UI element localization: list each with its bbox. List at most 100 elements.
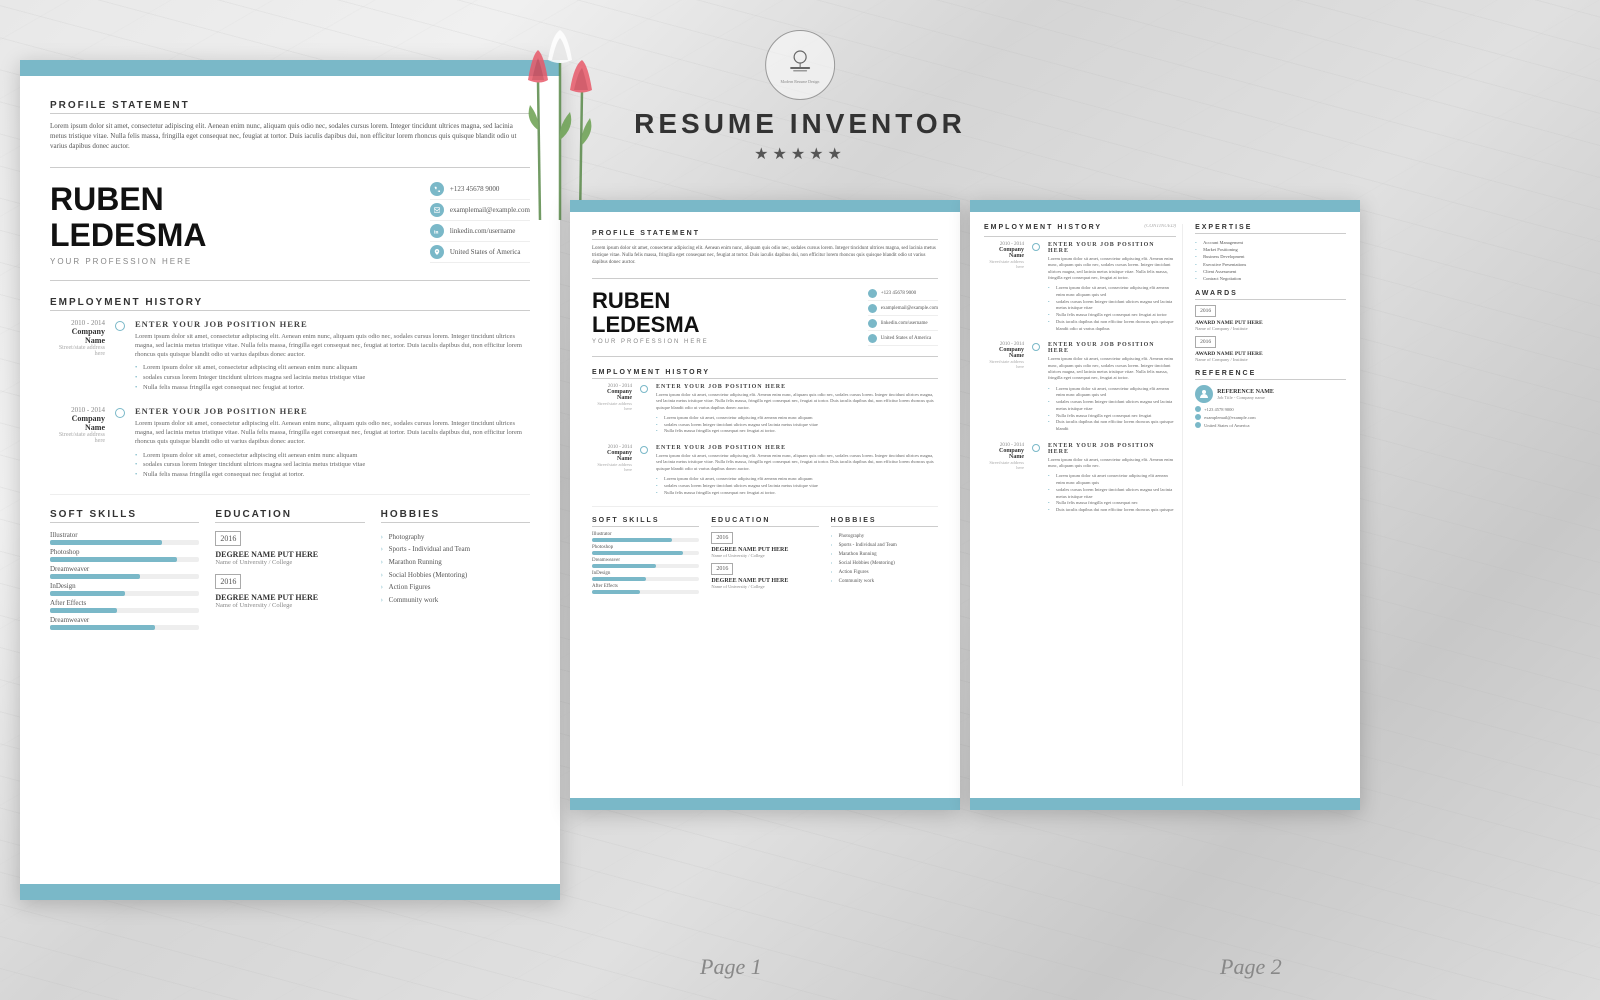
skill-label: InDesign	[592, 571, 699, 576]
brand-title: RESUME INVENTOR	[634, 108, 966, 140]
brand-stars: ★★★★★	[634, 144, 966, 164]
hobby-item: Marathon Running	[381, 556, 530, 569]
profile-text: Lorem ipsum dolor sit amet, consectetur …	[50, 122, 530, 151]
resume-page-large: PROFILE STATEMENT Lorem ipsum dolor sit …	[20, 60, 560, 900]
addr: Street/state address here	[984, 259, 1024, 269]
resume-body: PROFILE STATEMENT Lorem ipsum dolor sit …	[20, 76, 560, 892]
email-icon	[868, 304, 877, 313]
bullet: Nulla felis massa fringilla eget consequ…	[1048, 500, 1176, 507]
expertise-item: Client Assessment	[1195, 268, 1346, 275]
page-label-1: Page 1	[700, 954, 762, 980]
phone-icon	[868, 289, 877, 298]
employment-section: EMPLOYMENT HISTORY 2010 - 2014 Company N…	[592, 369, 938, 496]
hobby-item: Sports - Individual and Team	[381, 543, 530, 556]
job-dates-text: 2010 - 2014	[50, 319, 105, 327]
bullet: Nulla felis massa fringilla eget consequ…	[656, 428, 938, 435]
bottom-bar	[970, 798, 1360, 810]
bullet: Nulla felis massa fringilla eget consequ…	[1048, 312, 1176, 319]
job-date-2: 2010 - 2014 Company Name Street/state ad…	[50, 406, 105, 480]
bullet: Lorem ipsum dolor sit amet, consectetur …	[656, 415, 938, 422]
contact-linkedin: in linkedin.com/username	[430, 224, 530, 242]
linkedin-icon	[868, 319, 877, 328]
company: Company Name	[984, 247, 1024, 259]
phone-text: +123 45678 9000	[450, 185, 499, 193]
linkedin-icon: in	[430, 224, 444, 238]
edu-item: 2016 DEGREE NAME PUT HERE Name of Univer…	[711, 532, 818, 558]
first-name: RUBEN	[592, 289, 709, 313]
page2-left: EMPLOYMENT HISTORY (CONTINUED) 2010 - 20…	[984, 224, 1183, 786]
ref-job-title: Job Title - Company name	[1217, 395, 1274, 400]
profile-text: Lorem ipsum dolor sit amet, consectetur …	[592, 245, 938, 266]
hobbies-title: HOBBIES	[831, 517, 938, 527]
bullet: sodales cursus lorem Integer tincidunt u…	[1048, 487, 1176, 501]
name-left: RUBEN LEDESMA YOUR PROFESSION HERE	[50, 182, 206, 265]
hobby: Action Figures	[831, 568, 938, 577]
ref-phone: +123 4578 9000	[1195, 406, 1346, 412]
job-content: ENTER YOUR JOB POSITION HERE Lorem ipsum…	[656, 445, 938, 496]
pos: ENTER YOUR JOB POSITION HERE	[1048, 242, 1176, 254]
edu-year: 2016	[215, 574, 241, 589]
bullet: Lorem ipsum dolor sit amet, consectetur …	[1048, 285, 1176, 299]
award-org: Name of Company / Institute	[1195, 357, 1346, 362]
bullets: Lorem ipsum dolor sit amet consectetur a…	[1048, 473, 1176, 514]
email-icon	[430, 203, 444, 217]
skills-title: SOFT SKILLS	[592, 517, 699, 527]
last-name: LEDESMA	[50, 218, 206, 253]
education-col: EDUCATION 2016 DEGREE NAME PUT HERE Name…	[215, 509, 364, 633]
edu-year: 2016	[215, 531, 241, 546]
contact-email: examplemail@example.com	[868, 304, 938, 316]
top-bar	[20, 60, 560, 76]
bullet: sodales cursus lorem Integer tincidunt u…	[656, 483, 938, 490]
ref-header: REFERENCE NAME Job Title - Company name	[1195, 385, 1346, 403]
job-desc-1: Lorem ipsum dolor sit amet, consectetur …	[135, 332, 530, 359]
profession: YOUR PROFESSION HERE	[592, 339, 709, 345]
top-bar	[570, 200, 960, 212]
awards-section: AWARDS 2016 AWARD NAME PUT HERE Name of …	[1195, 290, 1346, 362]
resume-body: PROFILE STATEMENT Lorem ipsum dolor sit …	[570, 212, 960, 798]
ref-email-text: examplemail@example.com	[1204, 415, 1256, 420]
employment-section: EMPLOYMENT HISTORY 2010 - 2014 Company N…	[50, 297, 530, 480]
name-left: RUBEN LEDESMA YOUR PROFESSION HERE	[592, 289, 709, 345]
bullets: Lorem ipsum dolor sit amet, consectetur …	[656, 415, 938, 435]
award-item: 2016 AWARD NAME PUT HERE Name of Company…	[1195, 305, 1346, 331]
pos: ENTER YOUR JOB POSITION HERE	[656, 445, 938, 451]
linkedin-text: linkedin.com/username	[881, 321, 928, 326]
skill-item: Dreamweaver	[50, 565, 199, 579]
edu-item-1: 2016 DEGREE NAME PUT HERE Name of Univer…	[215, 531, 364, 566]
bullet: Duis iaculis dapibus dui non efficitur l…	[1048, 419, 1176, 433]
pos: ENTER YOUR JOB POSITION HERE	[1048, 342, 1176, 354]
award-year: 2016	[1195, 305, 1216, 317]
hobby-item: Photography	[381, 531, 530, 544]
desc: Lorem ipsum dolor sit amet, consectetur …	[656, 453, 938, 472]
profile-section-title: PROFILE STATEMENT	[592, 230, 938, 240]
job-bullets-2: Lorem ipsum dolor sit amet, consectetur …	[135, 451, 530, 480]
company: Company Name	[984, 347, 1024, 359]
bullet: sodales cursus lorem Integer tincidunt u…	[1048, 399, 1176, 413]
brand-logo-text: Modern Resume Design	[781, 79, 820, 84]
job-pos-2: ENTER YOUR JOB POSITION HERE	[135, 406, 530, 416]
expertise-item: Business Development	[1195, 253, 1346, 260]
bullet: sodales cursus lorem Integer tincidunt u…	[135, 460, 530, 470]
job-content: ENTER YOUR JOB POSITION HERE Lorem ipsum…	[1048, 242, 1176, 332]
bullet: Lorem ipsum dolor sit amet consectetur a…	[1048, 473, 1176, 487]
skill-item: Dreamweaver	[50, 616, 199, 630]
addr: Street/state address here	[592, 401, 632, 411]
skill-label: Illustrator	[50, 531, 199, 539]
edu-year: 2016	[711, 563, 733, 575]
bullet: Nulla felis massa fringilla eget consequ…	[135, 470, 530, 480]
bullets: Lorem ipsum dolor sit amet, consectetur …	[1048, 386, 1176, 433]
bullet: sodales cursus lorem Integer tincidunt u…	[656, 422, 938, 429]
edu-title: EDUCATION	[215, 509, 364, 523]
resume-page-medium2: EMPLOYMENT HISTORY (CONTINUED) 2010 - 20…	[970, 200, 1360, 810]
hobby: Marathon Running	[831, 550, 938, 559]
top-bar	[970, 200, 1360, 212]
job-addr-1: Street/state address here	[50, 345, 105, 357]
address-icon	[868, 334, 877, 343]
profession: YOUR PROFESSION HERE	[50, 257, 206, 266]
job-date-1: 2010 - 2014 Company Name Street/state ad…	[50, 319, 105, 393]
job-content: ENTER YOUR JOB POSITION HERE Lorem ipsum…	[1048, 443, 1176, 514]
company: Company Name	[592, 389, 632, 401]
skill-label: Dreamweaver	[592, 558, 699, 563]
skills-col: SOFT SKILLS Illustrator Photoshop Dreamw…	[50, 509, 199, 633]
job-company-1: Company Name	[50, 327, 105, 345]
